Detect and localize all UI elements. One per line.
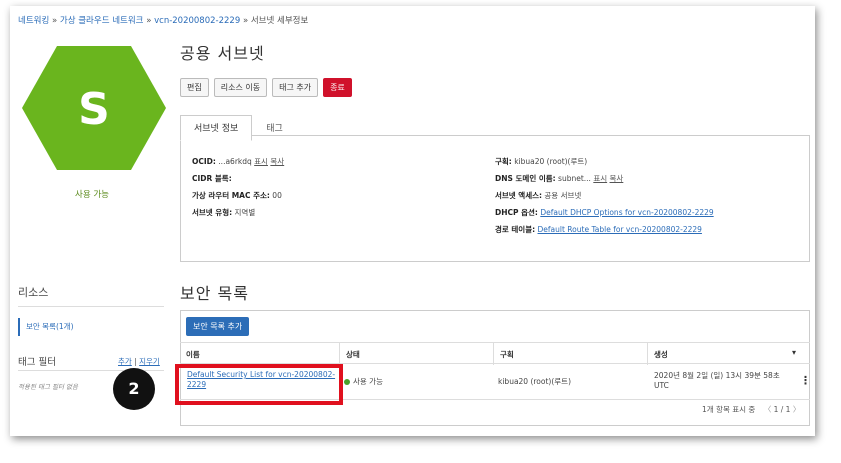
prev-page-icon[interactable]: 〈 (764, 405, 772, 414)
dns-copy-link[interactable]: 복사 (610, 174, 624, 183)
action-buttons: 편집 리소스 이동 태그 추가 종료 (180, 78, 352, 97)
tag-filter-actions: 추가 | 지우기 (118, 356, 160, 367)
step-callout-badge: 2 (113, 368, 155, 410)
page-indicator: 1 / 1 (773, 405, 791, 414)
ocid-show-link[interactable]: 표시 (254, 157, 268, 166)
ocid-value: ...a6rkdq (218, 157, 252, 166)
compartment-label: 구획: (495, 157, 512, 166)
type-row: 서브넷 유형: 지역별 (192, 207, 255, 218)
dns-show-link[interactable]: 표시 (593, 174, 607, 183)
resources-heading: 리소스 (18, 286, 49, 299)
subnet-icon-letter: S (78, 84, 110, 135)
type-label: 서브넷 유형: (192, 208, 233, 217)
row-actions-menu-icon[interactable]: ⋮ (800, 374, 811, 387)
created-cell: 2020년 8월 2일 (일) 13시 39분 58초 UTC (654, 371, 780, 390)
breadcrumb-sep: » (242, 16, 249, 26)
breadcrumb-vcn[interactable]: vcn-20200802-2229 (154, 16, 240, 26)
ocid-label: OCID: (192, 157, 216, 166)
subnet-hexagon-icon: S (22, 46, 166, 170)
column-header-compartment[interactable]: 구획 (494, 343, 648, 365)
ocid-copy-link[interactable]: 복사 (270, 157, 284, 166)
route-table-link[interactable]: Default Route Table for vcn-20200802-222… (538, 225, 702, 234)
item-count-text: 1개 항목 표시 중 (702, 405, 756, 414)
column-header-status[interactable]: 상태 (340, 343, 494, 365)
mac-value: 00 (272, 191, 282, 200)
access-value: 공용 서브넷 (544, 191, 582, 200)
dns-label: DNS 도메인 이름: (495, 174, 556, 183)
sidebar-item-security-lists[interactable]: 보안 목록(1개) (18, 318, 164, 336)
compartment-cell: kibua20 (root)(루트) (498, 377, 572, 386)
dns-row: DNS 도메인 이름: subnet... 표시 복사 (495, 173, 623, 184)
cidr-row: CIDR 블록: (192, 173, 232, 184)
breadcrumb-sep: » (51, 16, 58, 26)
tab-tags[interactable]: 태그 (252, 115, 297, 141)
table-header: 이름 상태 구획 생성 ▾ (180, 342, 810, 365)
sort-chevron-down-icon[interactable]: ▾ (792, 348, 796, 357)
dhcp-label: DHCP 옵션: (495, 208, 538, 217)
add-security-list-button[interactable]: 보안 목록 추가 (186, 317, 250, 336)
tag-add-link[interactable]: 추가 (118, 357, 132, 366)
dhcp-row: DHCP 옵션: Default DHCP Options for vcn-20… (495, 207, 714, 218)
security-lists-heading: 보안 목록 (180, 284, 249, 303)
column-header-name[interactable]: 이름 (180, 343, 340, 365)
access-row: 서브넷 액세스: 공용 서브넷 (495, 190, 581, 201)
add-tag-button[interactable]: 태그 추가 (272, 78, 319, 97)
compartment-value: kibua20 (root)(루트) (514, 157, 588, 166)
status-dot-icon (344, 379, 350, 385)
highlight-box (175, 364, 343, 405)
tag-actions-divider: | (134, 357, 137, 366)
dns-value: subnet... (558, 174, 591, 183)
no-tag-filter-text: 적용된 태그 필터 없음 (18, 383, 79, 391)
cidr-label: CIDR 블록: (192, 174, 232, 183)
next-page-icon[interactable]: 〉 (793, 405, 801, 414)
breadcrumb-networking[interactable]: 네트워킹 (18, 16, 49, 26)
pagination: 1개 항목 표시 중 〈 1 / 1 〉 (702, 404, 800, 415)
tab-subnet-info[interactable]: 서브넷 정보 (180, 115, 253, 141)
compartment-row: 구획: kibua20 (root)(루트) (495, 156, 587, 167)
move-resource-button[interactable]: 리소스 이동 (213, 78, 268, 97)
breadcrumb-current: 서브넷 세부정보 (250, 16, 309, 26)
route-row: 경로 테이블: Default Route Table for vcn-2020… (495, 224, 702, 235)
column-header-created[interactable]: 생성 (648, 343, 810, 365)
breadcrumb-vcn-list[interactable]: 가상 클라우드 네트워크 (60, 16, 144, 26)
dhcp-options-link[interactable]: Default DHCP Options for vcn-20200802-22… (540, 208, 713, 217)
mac-row: 가상 라우터 MAC 주소: 00 (192, 190, 282, 201)
tag-clear-link[interactable]: 지우기 (139, 357, 160, 366)
route-label: 경로 테이블: (495, 225, 536, 234)
terminate-button[interactable]: 종료 (323, 78, 352, 97)
divider (18, 306, 164, 307)
breadcrumb-sep: » (146, 16, 152, 26)
detail-tabs: 서브넷 정보 태그 (180, 115, 297, 141)
mac-label: 가상 라우터 MAC 주소: (192, 191, 270, 200)
breadcrumb: 네트워킹 » 가상 클라우드 네트워크 » vcn-20200802-2229 … (18, 14, 308, 26)
type-value: 지역별 (234, 208, 256, 217)
ocid-row: OCID: ...a6rkdq 표시 복사 (192, 156, 284, 167)
status-cell: 사용 가능 (344, 376, 383, 387)
tag-filter-heading: 태그 필터 (18, 357, 56, 368)
page-title: 공용 서브넷 (180, 44, 265, 63)
status-text: 사용 가능 (353, 377, 383, 386)
access-label: 서브넷 액세스: (495, 191, 543, 200)
edit-button[interactable]: 편집 (180, 78, 209, 97)
subnet-status: 사용 가능 (75, 190, 109, 200)
